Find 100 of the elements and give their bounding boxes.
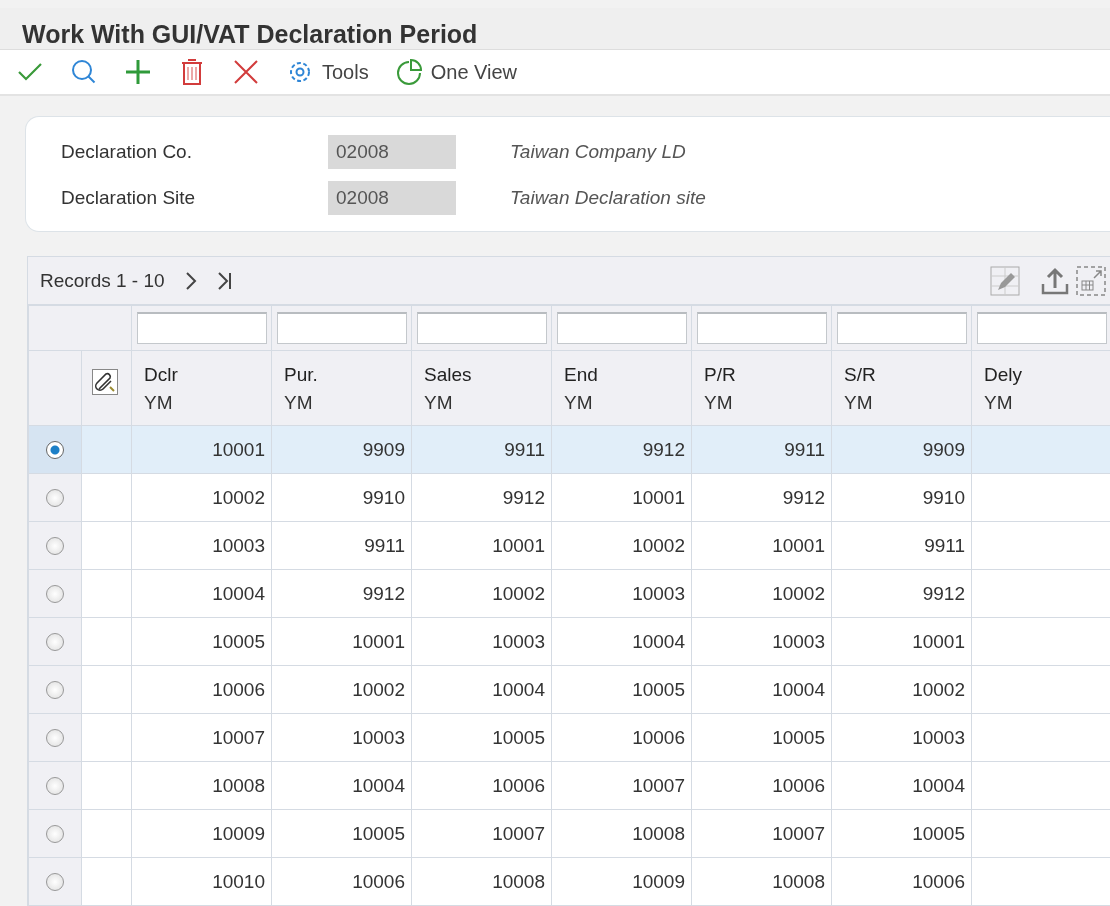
column-header[interactable]: Dclr YM <box>131 350 272 426</box>
close-icon[interactable] <box>232 58 260 86</box>
table-cell: 10010 <box>131 857 272 906</box>
table-cell: 9911 <box>271 521 412 570</box>
table-cell: 9912 <box>271 569 412 618</box>
field-label: Declaration Site <box>61 187 197 209</box>
table-cell: 10007 <box>411 809 552 858</box>
row-radio-button[interactable] <box>46 681 64 700</box>
search-icon[interactable] <box>70 58 98 86</box>
table-cell: 10007 <box>691 809 832 858</box>
table-cell: 10004 <box>271 761 412 810</box>
tools-button[interactable]: Tools <box>280 54 375 90</box>
table-cell: 10004 <box>551 617 692 666</box>
table-cell: 10003 <box>131 521 272 570</box>
table-cell: 10006 <box>131 665 272 714</box>
table-cell: 9909 <box>271 425 412 474</box>
table-cell: 10005 <box>271 809 412 858</box>
table-cell: 10004 <box>831 761 972 810</box>
window-title: Work With GUI/VAT Declaration Period <box>21 19 479 49</box>
table-cell: 10003 <box>831 713 972 762</box>
table-cell: 9912 <box>411 473 552 522</box>
column-header[interactable]: Sales YM <box>411 350 552 426</box>
next-page-icon[interactable] <box>184 271 197 290</box>
row-radio-button[interactable] <box>46 633 64 652</box>
table-cell: 9909 <box>831 425 972 474</box>
table-cell: 10002 <box>411 569 552 618</box>
row-radio-button[interactable] <box>46 729 64 748</box>
field-description: Taiwan Declaration site <box>510 187 707 209</box>
filter-field[interactable] <box>696 312 827 344</box>
table-cell: 10009 <box>551 857 692 906</box>
row-radio-button[interactable] <box>46 585 64 604</box>
table-cell: 10002 <box>551 521 692 570</box>
table-cell: 10008 <box>551 809 692 858</box>
expand-grid-icon[interactable] <box>1076 265 1106 296</box>
table-cell: 9911 <box>831 521 972 570</box>
table-cell: 10006 <box>831 857 972 906</box>
table-cell: 10007 <box>131 713 272 762</box>
row-radio-button[interactable] <box>46 873 64 892</box>
table-cell: 9912 <box>831 569 972 618</box>
row-radio-button[interactable] <box>46 489 64 508</box>
table-cell: 10004 <box>131 569 272 618</box>
grid-edit-icon[interactable] <box>990 265 1020 296</box>
table-cell: 10004 <box>691 665 832 714</box>
table-cell: 10002 <box>691 569 832 618</box>
table-cell: 10008 <box>131 761 272 810</box>
table-cell: 9910 <box>271 473 412 522</box>
filter-field[interactable] <box>276 312 407 344</box>
table-cell: 10003 <box>551 569 692 618</box>
table-cell: 10005 <box>831 809 972 858</box>
column-header[interactable]: S/R YM <box>831 350 972 426</box>
filter-field[interactable] <box>836 312 967 344</box>
row-radio-button[interactable] <box>46 825 64 844</box>
filter-field[interactable] <box>416 312 547 344</box>
row-radio-button[interactable] <box>46 441 64 460</box>
table-cell: 10006 <box>551 713 692 762</box>
pie-chart-icon <box>394 58 423 86</box>
field-label: Declaration Co. <box>61 141 193 163</box>
table-cell: 10006 <box>411 761 552 810</box>
table-cell: 10003 <box>691 617 832 666</box>
table-cell: 10009 <box>131 809 272 858</box>
row-radio-button[interactable] <box>46 777 64 796</box>
table-cell: 10001 <box>271 617 412 666</box>
plus-icon[interactable] <box>124 58 152 86</box>
table-cell: 10005 <box>691 713 832 762</box>
column-header[interactable]: Pur. YM <box>271 350 412 426</box>
table-cell: 10003 <box>271 713 412 762</box>
table-cell: 9912 <box>551 425 692 474</box>
table-cell: 10005 <box>411 713 552 762</box>
last-page-icon[interactable] <box>216 271 233 290</box>
table-cell: 10005 <box>551 665 692 714</box>
filter-field[interactable] <box>556 312 687 344</box>
table-cell: 9911 <box>411 425 552 474</box>
table-cell: 10004 <box>411 665 552 714</box>
column-header[interactable]: End YM <box>551 350 692 426</box>
field-description: Taiwan Company LD <box>510 141 687 163</box>
one-view-button[interactable]: One View <box>388 54 524 90</box>
column-header[interactable]: P/R YM <box>691 350 832 426</box>
row-radio-button[interactable] <box>46 537 64 556</box>
table-cell: 10006 <box>271 857 412 906</box>
table-cell: 9910 <box>831 473 972 522</box>
table-cell: 10001 <box>551 473 692 522</box>
table-cell: 10003 <box>411 617 552 666</box>
table-cell: 10007 <box>551 761 692 810</box>
table-cell: 10001 <box>131 425 272 474</box>
table-cell: 10008 <box>691 857 832 906</box>
table-cell: 10005 <box>131 617 272 666</box>
table-cell: 9912 <box>691 473 832 522</box>
table-cell: 10006 <box>691 761 832 810</box>
table-cell: 10002 <box>831 665 972 714</box>
filter-field[interactable] <box>136 312 267 344</box>
records-count: Records 1 - 10 <box>40 269 165 292</box>
table-cell: 10002 <box>271 665 412 714</box>
table-cell: 10001 <box>411 521 552 570</box>
upload-icon[interactable] <box>1040 265 1070 296</box>
table-cell: 10001 <box>691 521 832 570</box>
filter-field[interactable] <box>976 312 1107 344</box>
table-cell: 10008 <box>411 857 552 906</box>
table-cell: 9911 <box>691 425 832 474</box>
attachment-icon[interactable] <box>92 369 118 395</box>
table-cell: 10002 <box>131 473 272 522</box>
